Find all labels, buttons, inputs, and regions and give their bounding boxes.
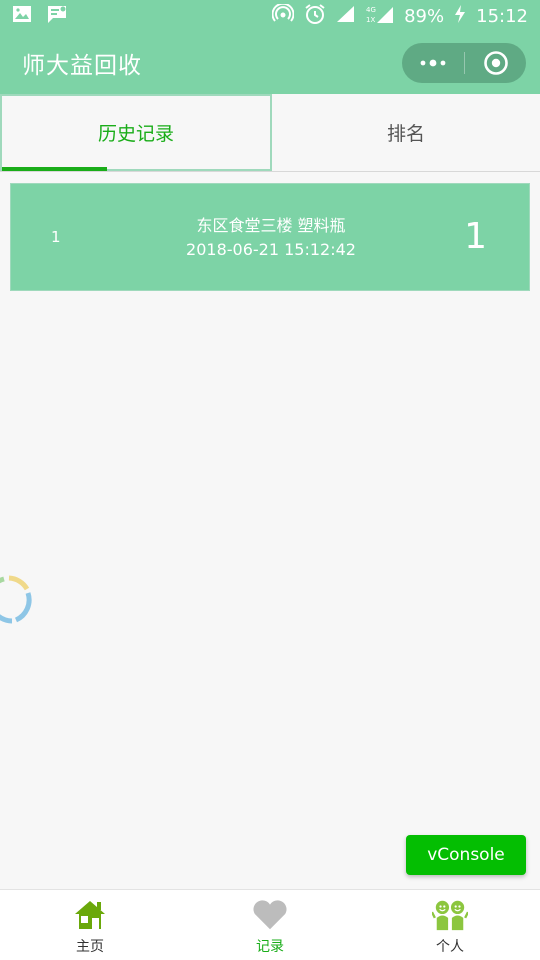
charging-icon [454, 4, 466, 29]
status-bar: 4G 1X 89% 15:12 [0, 0, 540, 32]
more-icon [420, 59, 446, 67]
nav-bar: 师大益回收 [0, 32, 540, 94]
loading-spinner-icon [0, 575, 32, 625]
tab-ranking[interactable]: 排名 [272, 94, 540, 171]
page-title: 师大益回收 [22, 53, 142, 79]
tabbar-home-label: 主页 [76, 939, 104, 955]
svg-text:1X: 1X [366, 16, 375, 24]
more-button[interactable] [402, 43, 464, 83]
message-notification-icon [46, 4, 68, 29]
bottom-tab-bar: 主页 记录 个人 [0, 889, 540, 960]
tabbar-profile-label: 个人 [436, 939, 464, 955]
tab-bar-top: 历史记录 排名 [0, 94, 540, 172]
record-count: 1 [464, 216, 487, 257]
image-notification-icon [12, 5, 32, 28]
tab-history-label: 历史记录 [97, 123, 174, 145]
tabbar-item-home[interactable]: 主页 [0, 890, 180, 960]
clock: 15:12 [476, 5, 528, 27]
alarm-icon [304, 3, 326, 30]
tabbar-records-label: 记录 [256, 939, 284, 955]
record-card[interactable]: 1 东区食堂三楼 塑料瓶 2018-06-21 15:12:42 1 [10, 183, 530, 291]
heart-icon [252, 898, 288, 932]
signal-icon [336, 5, 356, 28]
hotspot-icon [271, 2, 295, 29]
tab-ranking-label: 排名 [386, 123, 425, 145]
record-location: 东区食堂三楼 塑料瓶 [196, 216, 346, 235]
close-circle-icon [483, 51, 508, 75]
battery-percent: 89% [404, 5, 445, 27]
home-icon [72, 898, 108, 932]
tabbar-item-profile[interactable]: 个人 [360, 890, 540, 960]
network-4g-icon: 4G 1X [366, 4, 394, 29]
miniprogram-capsule [402, 43, 526, 83]
close-button[interactable] [465, 43, 526, 83]
vconsole-label: vConsole [427, 845, 505, 865]
tab-active-indicator [2, 167, 107, 171]
people-icon [432, 898, 468, 932]
tab-history[interactable]: 历史记录 [0, 94, 272, 171]
vconsole-button[interactable]: vConsole [406, 835, 526, 875]
tabbar-item-records[interactable]: 记录 [180, 890, 360, 960]
svg-text:4G: 4G [366, 6, 376, 14]
record-time: 2018-06-21 15:12:42 [186, 240, 356, 259]
